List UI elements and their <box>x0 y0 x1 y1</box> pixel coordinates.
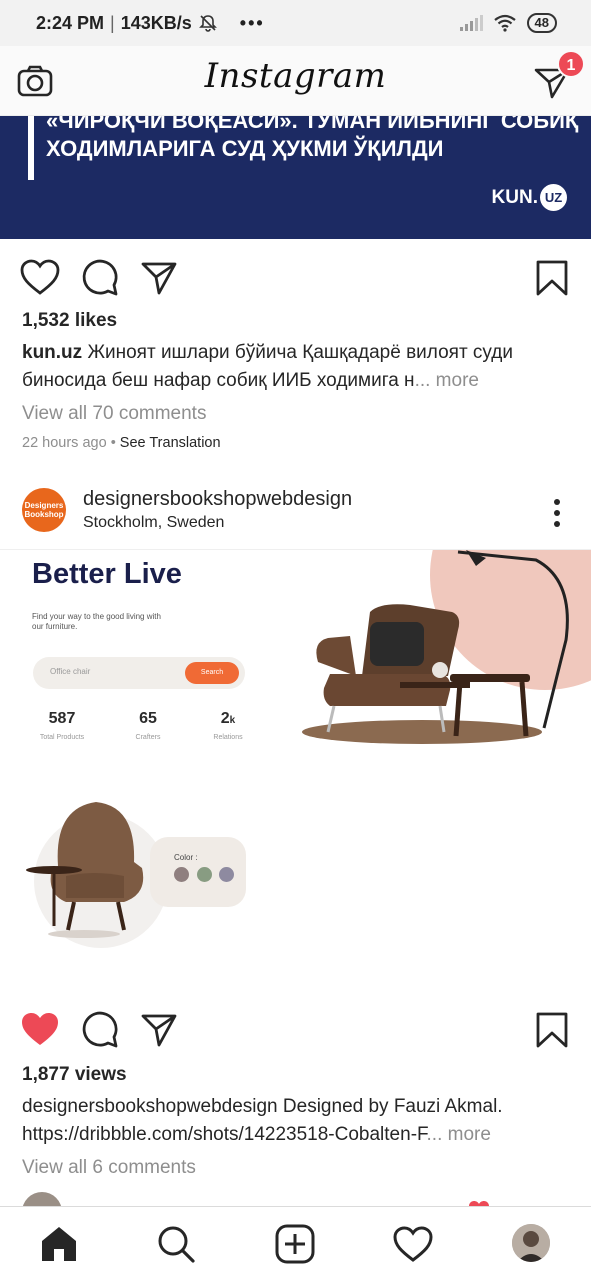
banner-headline-2: ХОДИМЛАРИГА СУД ҲУКМИ ЎҚИЛДИ <box>46 136 444 161</box>
color-swatch <box>197 867 212 882</box>
wifi-icon <box>493 14 516 32</box>
more-link[interactable]: ... more <box>427 1124 491 1145</box>
post-image-furniture[interactable]: Better Live Find your way to the good li… <box>0 549 591 1001</box>
see-translation-link[interactable]: See Translation <box>120 435 221 451</box>
more-options-icon[interactable] <box>551 498 563 528</box>
caption-link[interactable]: https://dribbble.com/shots/14223518-Coba… <box>22 1124 427 1145</box>
image-headline: Better Live <box>32 558 182 590</box>
more-dots: ••• <box>239 12 265 33</box>
color-swatch <box>219 867 234 882</box>
status-time: 2:24 PM <box>36 12 105 33</box>
post1-caption-line2: биносида беш нафар собиқ ИИБ ходимига н.… <box>22 370 479 391</box>
activity-heart-icon[interactable] <box>392 1223 434 1265</box>
kun-uz-logo: KUN. UZ <box>492 184 567 211</box>
bookmark-icon[interactable] <box>535 259 569 297</box>
liked-heart-icon[interactable] <box>20 1011 60 1049</box>
post2-views[interactable]: 1,877 views <box>22 1064 127 1086</box>
app-logo: Instagram <box>204 56 387 96</box>
post1-actions <box>0 249 591 305</box>
post2-caption-line1: designersbookshopwebdesign Designed by F… <box>22 1096 503 1117</box>
battery-icon: 48 <box>526 13 557 33</box>
comment-icon[interactable] <box>81 259 119 297</box>
view-comments-link[interactable]: View all 70 comments <box>22 403 206 425</box>
search-icon[interactable] <box>155 1223 197 1265</box>
network-speed: 143KB/s <box>120 12 192 33</box>
home-icon[interactable] <box>38 1223 80 1265</box>
app-header: Instagram 1 <box>0 46 591 116</box>
profile-photo <box>512 1224 550 1262</box>
image-search-pill: Office chair Search <box>33 657 245 689</box>
image-stat: 65 Crafters <box>135 710 161 741</box>
lounge-chair-illustration <box>26 802 144 938</box>
add-post-icon[interactable] <box>274 1223 316 1265</box>
view-comments-link[interactable]: View all 6 comments <box>22 1157 196 1179</box>
image-subtitle: Find your way to the good living with ou… <box>32 612 161 631</box>
post2-header: Designers Bookshop designersbookshopwebde… <box>0 480 591 548</box>
armchair-illustration <box>302 550 569 744</box>
signal-icon <box>459 15 483 31</box>
caption-username[interactable]: designersbookshopwebdesign <box>22 1096 278 1117</box>
status-bar: 2:24 PM | 143KB/s ••• 48 <box>0 0 591 46</box>
post2-actions <box>0 1001 591 1057</box>
banner-headline-1: «ЧИРОҚЧИ ВОҚЕАСИ». ТУМАН ИИБНИНГ СОБИҚ <box>46 116 579 133</box>
post1-likes[interactable]: 1,532 likes <box>22 310 117 332</box>
color-swatch <box>174 867 189 882</box>
image-stat: 587 Total Products <box>39 710 85 741</box>
profile-avatar[interactable] <box>512 1224 550 1262</box>
post2-caption-line2: https://dribbble.com/shots/14223518-Coba… <box>22 1124 491 1146</box>
bookmark-icon[interactable] <box>535 1011 569 1049</box>
post1-meta: 22 hours ago • See Translation <box>22 435 221 451</box>
post1-caption-line1: kun.uz Жиноят ишлари бўйича Қашқадарё ви… <box>22 342 513 363</box>
post-username[interactable]: designersbookshopwebdesign <box>83 488 352 511</box>
color-picker-card: Color : <box>150 837 246 907</box>
direct-badge: 1 <box>557 50 585 78</box>
post-time: 22 hours ago <box>22 435 107 451</box>
avatar[interactable]: Designers Bookshop <box>22 488 66 532</box>
share-icon[interactable] <box>140 1011 178 1049</box>
share-icon[interactable] <box>140 259 178 297</box>
post-image-news[interactable]: «ЧИРОҚЧИ ВОҚЕАСИ». ТУМАН ИИБНИНГ СОБИҚ Х… <box>0 116 591 239</box>
bottom-nav <box>0 1206 591 1280</box>
image-stat: 2k Relations <box>213 710 243 741</box>
mute-bell-icon <box>198 15 217 32</box>
caption-username[interactable]: kun.uz <box>22 342 82 363</box>
more-link[interactable]: ... more <box>415 370 479 391</box>
post-location[interactable]: Stockholm, Sweden <box>83 514 224 532</box>
like-icon[interactable] <box>20 259 60 297</box>
comment-icon[interactable] <box>81 1011 119 1049</box>
